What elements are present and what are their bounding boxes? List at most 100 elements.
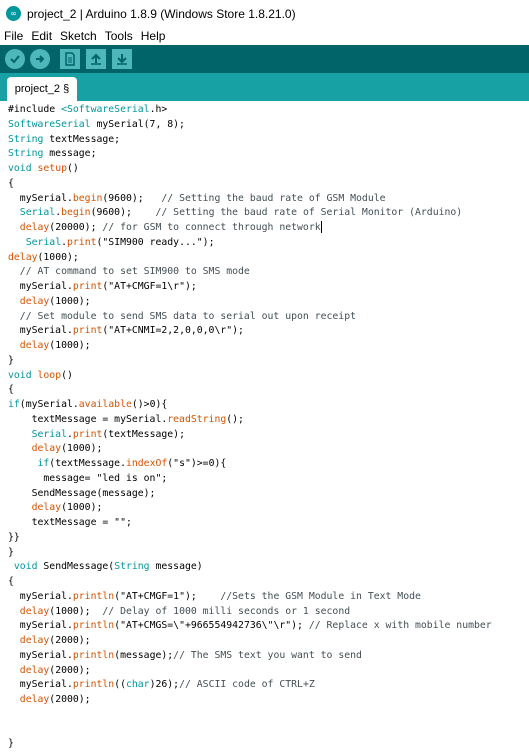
code-line[interactable]: delay(1000); bbox=[8, 295, 492, 310]
code-line[interactable]: delay(2000); bbox=[8, 664, 492, 679]
code-token: (message); bbox=[114, 649, 174, 661]
upload-icon bbox=[36, 55, 45, 63]
code-line[interactable]: #include <SoftwareSerial.h> bbox=[8, 103, 492, 118]
code-token: available bbox=[78, 399, 132, 410]
code-line[interactable]: message= "led is on"; bbox=[8, 472, 492, 487]
menu-help[interactable]: Help bbox=[137, 29, 170, 43]
code-line[interactable]: mySerial.begin(9600); // Setting the bau… bbox=[8, 192, 492, 207]
code-token: println bbox=[72, 649, 115, 661]
menu-tools[interactable]: Tools bbox=[101, 29, 137, 43]
code-line[interactable]: mySerial.print("AT+CMGF=1\r"); bbox=[8, 280, 492, 295]
code-token: .h> bbox=[149, 104, 168, 115]
code-line[interactable]: delay(2000); bbox=[8, 693, 492, 708]
menu-sketch[interactable]: Sketch bbox=[56, 29, 101, 43]
code-token: String bbox=[114, 561, 150, 573]
code-token: (mySerial. bbox=[19, 399, 79, 410]
verify-button[interactable] bbox=[5, 49, 25, 69]
code-line[interactable]: mySerial.println("AT+CMGS=\"+96655494273… bbox=[8, 619, 492, 634]
tab-project-2[interactable]: project_2 § bbox=[7, 77, 77, 101]
code-line[interactable]: mySerial.println(message);// The SMS tex… bbox=[8, 649, 492, 664]
code-token: //Sets the GSM Module in Text Mode bbox=[220, 590, 421, 602]
code-line[interactable]: if(textMessage.indexOf("s")>=0){ bbox=[8, 457, 492, 472]
new-button[interactable] bbox=[60, 49, 80, 69]
code-token: setup bbox=[37, 163, 68, 174]
code-token: void bbox=[8, 369, 32, 381]
code-token: { bbox=[8, 576, 14, 587]
code-token: // AT command to set SIM900 to SMS mode bbox=[19, 266, 250, 278]
code-editor[interactable]: #include <SoftwareSerial.h> SoftwareSeria… bbox=[0, 101, 529, 750]
code-token: indexOf bbox=[125, 458, 168, 469]
code-line[interactable]: { bbox=[8, 177, 492, 192]
code-line[interactable]: delay(1000); // Delay of 1000 milli seco… bbox=[8, 605, 492, 620]
upload-button[interactable] bbox=[30, 49, 50, 69]
code-line[interactable]: mySerial.print("AT+CNMI=2,2,0,0,0\r"); bbox=[8, 324, 492, 339]
code-token: println bbox=[72, 679, 115, 691]
code-token: Serial bbox=[31, 428, 67, 440]
code-token: print bbox=[72, 325, 103, 337]
code-line[interactable]: String message; bbox=[8, 147, 492, 162]
code-token: (9600); bbox=[102, 192, 162, 204]
code-line[interactable]: mySerial.println("AT+CMGF=1"); //Sets th… bbox=[8, 590, 492, 605]
code-line[interactable]: }} bbox=[8, 531, 492, 546]
code-token: delay bbox=[19, 222, 50, 233]
code-line[interactable] bbox=[8, 708, 492, 723]
code-token: textMessage = mySerial. bbox=[8, 413, 168, 425]
code-line[interactable]: void loop() bbox=[8, 369, 492, 384]
code-line[interactable]: textMessage = ""; bbox=[8, 516, 492, 531]
code-line[interactable]: delay(1000); bbox=[8, 501, 492, 516]
code-token: println bbox=[72, 590, 115, 602]
open-button[interactable] bbox=[86, 49, 106, 69]
code-line[interactable]: Serial.print("SIM900 ready..."); bbox=[8, 236, 492, 251]
code-token: textMessage = ""; bbox=[8, 517, 132, 528]
code-token: delay bbox=[19, 605, 50, 617]
code-line[interactable]: Serial.begin(9600); // Setting the baud … bbox=[8, 206, 492, 221]
code-text[interactable]: #include <SoftwareSerial.h> SoftwareSeria… bbox=[8, 103, 492, 752]
code-token: ("SIM900 ready..."); bbox=[96, 236, 215, 248]
code-line[interactable]: } bbox=[8, 546, 492, 561]
menu-edit[interactable]: Edit bbox=[27, 29, 56, 43]
code-token: Serial bbox=[25, 236, 62, 248]
code-token: String bbox=[8, 133, 44, 145]
code-line[interactable]: delay(20000); // for GSM to connect thro… bbox=[8, 221, 492, 236]
code-line[interactable]: // AT command to set SIM900 to SMS mode bbox=[8, 265, 492, 280]
title-bar: ∞ project_2 | Arduino 1.8.9 (Windows Sto… bbox=[0, 0, 529, 27]
code-line[interactable]: delay(1000); bbox=[8, 339, 492, 354]
code-line[interactable]: void SendMessage(String message) bbox=[8, 560, 492, 575]
code-token: // The SMS text you want to send bbox=[173, 649, 362, 661]
save-button[interactable] bbox=[112, 49, 132, 69]
code-token: (2000); bbox=[49, 694, 91, 705]
code-line[interactable]: mySerial.println((char)26);// ASCII code… bbox=[8, 678, 492, 693]
code-line[interactable]: } bbox=[8, 354, 492, 369]
code-line[interactable]: SoftwareSerial mySerial(7, 8); bbox=[8, 118, 492, 133]
code-token: (( bbox=[114, 679, 126, 691]
menu-file[interactable]: File bbox=[0, 29, 27, 43]
code-line[interactable]: void setup() bbox=[8, 162, 492, 177]
code-token: (); bbox=[226, 413, 244, 425]
code-token: (2000); bbox=[49, 664, 91, 676]
code-line[interactable]: if(mySerial.available()>0){ bbox=[8, 398, 492, 413]
code-line[interactable]: String textMessage; bbox=[8, 133, 492, 148]
code-token: (1000); bbox=[61, 443, 103, 455]
code-line[interactable]: SendMessage(message); bbox=[8, 487, 492, 502]
code-line[interactable]: textMessage = mySerial.readString(); bbox=[8, 413, 492, 428]
verify-icon bbox=[10, 55, 20, 64]
code-token: void bbox=[8, 163, 32, 174]
code-line[interactable]: delay(1000); bbox=[8, 251, 492, 266]
code-line[interactable]: { bbox=[8, 383, 492, 398]
code-line[interactable]: { bbox=[8, 575, 492, 590]
code-line[interactable]: delay(1000); bbox=[8, 442, 492, 457]
code-line[interactable] bbox=[8, 723, 492, 738]
code-token: // Setting the baud rate of Serial Monit… bbox=[155, 207, 463, 219]
code-line[interactable]: // Set module to send SMS data to serial… bbox=[8, 310, 492, 325]
code-token: loop bbox=[37, 369, 62, 381]
code-line[interactable]: delay(2000); bbox=[8, 634, 492, 649]
code-token: mySerial(7, 8); bbox=[90, 118, 185, 130]
code-token: (1000); bbox=[61, 502, 103, 514]
code-line[interactable]: Serial.print(textMessage); bbox=[8, 428, 492, 443]
code-token: if bbox=[37, 458, 50, 469]
